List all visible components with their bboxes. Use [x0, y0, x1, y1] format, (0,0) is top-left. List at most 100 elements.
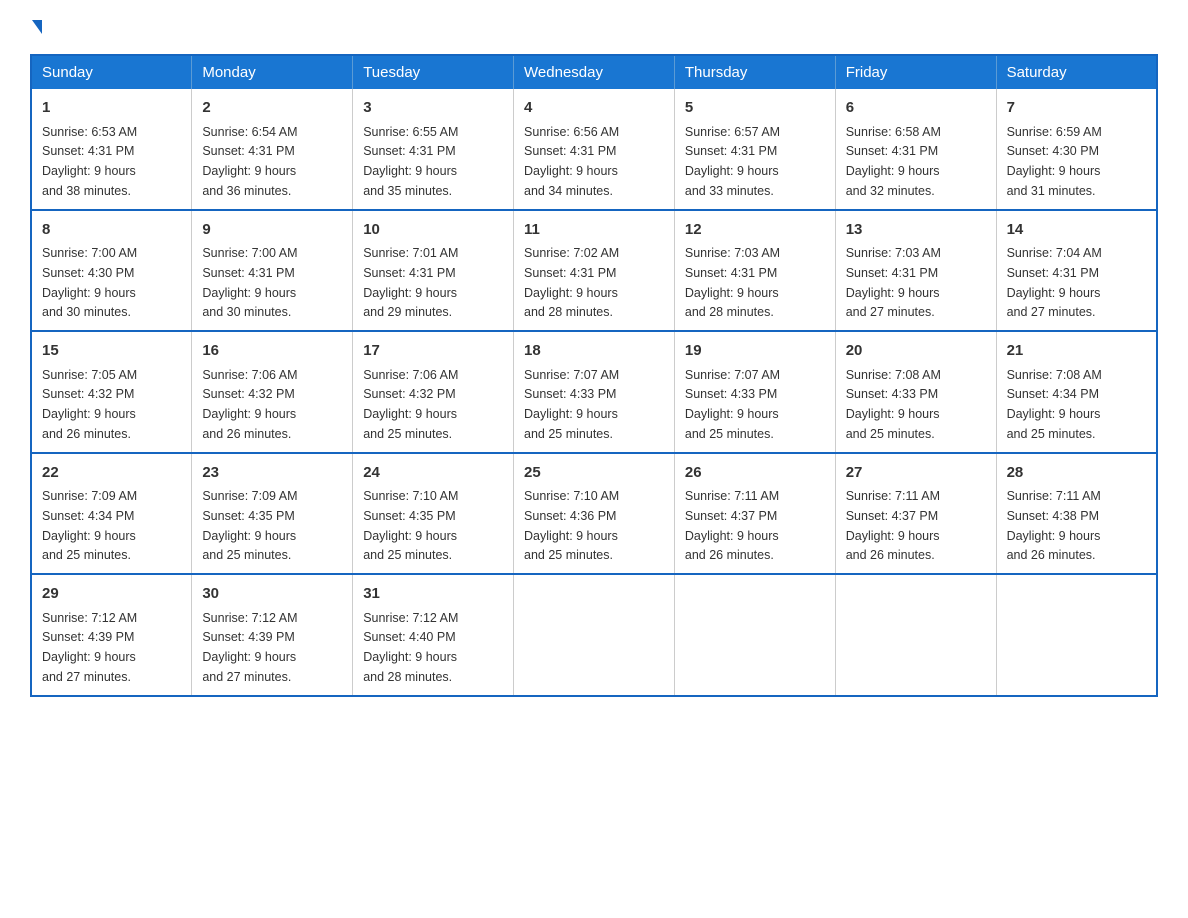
- weekday-header-friday: Friday: [835, 55, 996, 89]
- day-info: Sunrise: 6:59 AM Sunset: 4:30 PM Dayligh…: [1007, 125, 1102, 198]
- day-number: 25: [524, 462, 664, 485]
- day-info: Sunrise: 7:07 AM Sunset: 4:33 PM Dayligh…: [524, 368, 619, 441]
- empty-cell: [835, 574, 996, 696]
- logo-triangle-icon: [32, 20, 42, 34]
- day-cell-18: 18 Sunrise: 7:07 AM Sunset: 4:33 PM Dayl…: [514, 331, 675, 453]
- day-info: Sunrise: 6:57 AM Sunset: 4:31 PM Dayligh…: [685, 125, 780, 198]
- empty-cell: [996, 574, 1157, 696]
- day-number: 12: [685, 219, 825, 242]
- day-number: 4: [524, 97, 664, 120]
- day-number: 22: [42, 462, 181, 485]
- day-number: 21: [1007, 340, 1146, 363]
- day-info: Sunrise: 7:06 AM Sunset: 4:32 PM Dayligh…: [202, 368, 297, 441]
- day-cell-31: 31 Sunrise: 7:12 AM Sunset: 4:40 PM Dayl…: [353, 574, 514, 696]
- day-number: 5: [685, 97, 825, 120]
- day-info: Sunrise: 7:00 AM Sunset: 4:30 PM Dayligh…: [42, 246, 137, 319]
- day-info: Sunrise: 7:01 AM Sunset: 4:31 PM Dayligh…: [363, 246, 458, 319]
- day-cell-1: 1 Sunrise: 6:53 AM Sunset: 4:31 PM Dayli…: [31, 89, 192, 210]
- day-number: 9: [202, 219, 342, 242]
- day-info: Sunrise: 7:08 AM Sunset: 4:34 PM Dayligh…: [1007, 368, 1102, 441]
- day-info: Sunrise: 6:56 AM Sunset: 4:31 PM Dayligh…: [524, 125, 619, 198]
- weekday-header-monday: Monday: [192, 55, 353, 89]
- day-info: Sunrise: 7:03 AM Sunset: 4:31 PM Dayligh…: [685, 246, 780, 319]
- day-info: Sunrise: 6:55 AM Sunset: 4:31 PM Dayligh…: [363, 125, 458, 198]
- day-info: Sunrise: 6:54 AM Sunset: 4:31 PM Dayligh…: [202, 125, 297, 198]
- logo-blue: [30, 20, 42, 36]
- weekday-header-thursday: Thursday: [674, 55, 835, 89]
- weekday-header-tuesday: Tuesday: [353, 55, 514, 89]
- day-info: Sunrise: 7:10 AM Sunset: 4:35 PM Dayligh…: [363, 489, 458, 562]
- day-number: 6: [846, 97, 986, 120]
- day-cell-28: 28 Sunrise: 7:11 AM Sunset: 4:38 PM Dayl…: [996, 453, 1157, 575]
- day-cell-21: 21 Sunrise: 7:08 AM Sunset: 4:34 PM Dayl…: [996, 331, 1157, 453]
- day-info: Sunrise: 7:10 AM Sunset: 4:36 PM Dayligh…: [524, 489, 619, 562]
- day-info: Sunrise: 7:04 AM Sunset: 4:31 PM Dayligh…: [1007, 246, 1102, 319]
- week-row-1: 1 Sunrise: 6:53 AM Sunset: 4:31 PM Dayli…: [31, 89, 1157, 210]
- day-info: Sunrise: 7:11 AM Sunset: 4:37 PM Dayligh…: [685, 489, 779, 562]
- day-number: 18: [524, 340, 664, 363]
- day-number: 24: [363, 462, 503, 485]
- day-info: Sunrise: 7:08 AM Sunset: 4:33 PM Dayligh…: [846, 368, 941, 441]
- day-number: 8: [42, 219, 181, 242]
- day-number: 28: [1007, 462, 1146, 485]
- calendar-table: SundayMondayTuesdayWednesdayThursdayFrid…: [30, 54, 1158, 697]
- day-number: 27: [846, 462, 986, 485]
- day-cell-7: 7 Sunrise: 6:59 AM Sunset: 4:30 PM Dayli…: [996, 89, 1157, 210]
- day-cell-9: 9 Sunrise: 7:00 AM Sunset: 4:31 PM Dayli…: [192, 210, 353, 332]
- page-header: [30, 20, 1158, 36]
- day-number: 31: [363, 583, 503, 606]
- day-number: 17: [363, 340, 503, 363]
- day-cell-6: 6 Sunrise: 6:58 AM Sunset: 4:31 PM Dayli…: [835, 89, 996, 210]
- day-cell-3: 3 Sunrise: 6:55 AM Sunset: 4:31 PM Dayli…: [353, 89, 514, 210]
- day-info: Sunrise: 7:12 AM Sunset: 4:39 PM Dayligh…: [202, 611, 297, 684]
- weekday-header-wednesday: Wednesday: [514, 55, 675, 89]
- weekday-header-saturday: Saturday: [996, 55, 1157, 89]
- day-info: Sunrise: 7:06 AM Sunset: 4:32 PM Dayligh…: [363, 368, 458, 441]
- day-cell-4: 4 Sunrise: 6:56 AM Sunset: 4:31 PM Dayli…: [514, 89, 675, 210]
- day-number: 2: [202, 97, 342, 120]
- day-info: Sunrise: 7:07 AM Sunset: 4:33 PM Dayligh…: [685, 368, 780, 441]
- day-cell-20: 20 Sunrise: 7:08 AM Sunset: 4:33 PM Dayl…: [835, 331, 996, 453]
- day-cell-8: 8 Sunrise: 7:00 AM Sunset: 4:30 PM Dayli…: [31, 210, 192, 332]
- week-row-4: 22 Sunrise: 7:09 AM Sunset: 4:34 PM Dayl…: [31, 453, 1157, 575]
- empty-cell: [514, 574, 675, 696]
- day-cell-25: 25 Sunrise: 7:10 AM Sunset: 4:36 PM Dayl…: [514, 453, 675, 575]
- day-cell-27: 27 Sunrise: 7:11 AM Sunset: 4:37 PM Dayl…: [835, 453, 996, 575]
- logo: [30, 20, 42, 36]
- day-cell-12: 12 Sunrise: 7:03 AM Sunset: 4:31 PM Dayl…: [674, 210, 835, 332]
- day-number: 20: [846, 340, 986, 363]
- day-cell-19: 19 Sunrise: 7:07 AM Sunset: 4:33 PM Dayl…: [674, 331, 835, 453]
- week-row-3: 15 Sunrise: 7:05 AM Sunset: 4:32 PM Dayl…: [31, 331, 1157, 453]
- day-info: Sunrise: 7:09 AM Sunset: 4:34 PM Dayligh…: [42, 489, 137, 562]
- day-info: Sunrise: 7:02 AM Sunset: 4:31 PM Dayligh…: [524, 246, 619, 319]
- weekday-header-row: SundayMondayTuesdayWednesdayThursdayFrid…: [31, 55, 1157, 89]
- day-info: Sunrise: 7:03 AM Sunset: 4:31 PM Dayligh…: [846, 246, 941, 319]
- empty-cell: [674, 574, 835, 696]
- day-info: Sunrise: 7:05 AM Sunset: 4:32 PM Dayligh…: [42, 368, 137, 441]
- day-cell-23: 23 Sunrise: 7:09 AM Sunset: 4:35 PM Dayl…: [192, 453, 353, 575]
- day-number: 30: [202, 583, 342, 606]
- day-info: Sunrise: 7:00 AM Sunset: 4:31 PM Dayligh…: [202, 246, 297, 319]
- day-cell-2: 2 Sunrise: 6:54 AM Sunset: 4:31 PM Dayli…: [192, 89, 353, 210]
- day-info: Sunrise: 7:12 AM Sunset: 4:39 PM Dayligh…: [42, 611, 137, 684]
- day-number: 15: [42, 340, 181, 363]
- day-cell-22: 22 Sunrise: 7:09 AM Sunset: 4:34 PM Dayl…: [31, 453, 192, 575]
- day-info: Sunrise: 6:58 AM Sunset: 4:31 PM Dayligh…: [846, 125, 941, 198]
- day-cell-26: 26 Sunrise: 7:11 AM Sunset: 4:37 PM Dayl…: [674, 453, 835, 575]
- day-cell-24: 24 Sunrise: 7:10 AM Sunset: 4:35 PM Dayl…: [353, 453, 514, 575]
- day-cell-16: 16 Sunrise: 7:06 AM Sunset: 4:32 PM Dayl…: [192, 331, 353, 453]
- day-cell-17: 17 Sunrise: 7:06 AM Sunset: 4:32 PM Dayl…: [353, 331, 514, 453]
- weekday-header-sunday: Sunday: [31, 55, 192, 89]
- day-cell-29: 29 Sunrise: 7:12 AM Sunset: 4:39 PM Dayl…: [31, 574, 192, 696]
- week-row-2: 8 Sunrise: 7:00 AM Sunset: 4:30 PM Dayli…: [31, 210, 1157, 332]
- day-cell-30: 30 Sunrise: 7:12 AM Sunset: 4:39 PM Dayl…: [192, 574, 353, 696]
- day-number: 14: [1007, 219, 1146, 242]
- day-number: 26: [685, 462, 825, 485]
- day-number: 13: [846, 219, 986, 242]
- day-number: 3: [363, 97, 503, 120]
- day-info: Sunrise: 7:09 AM Sunset: 4:35 PM Dayligh…: [202, 489, 297, 562]
- day-cell-10: 10 Sunrise: 7:01 AM Sunset: 4:31 PM Dayl…: [353, 210, 514, 332]
- day-number: 29: [42, 583, 181, 606]
- day-number: 16: [202, 340, 342, 363]
- day-cell-14: 14 Sunrise: 7:04 AM Sunset: 4:31 PM Dayl…: [996, 210, 1157, 332]
